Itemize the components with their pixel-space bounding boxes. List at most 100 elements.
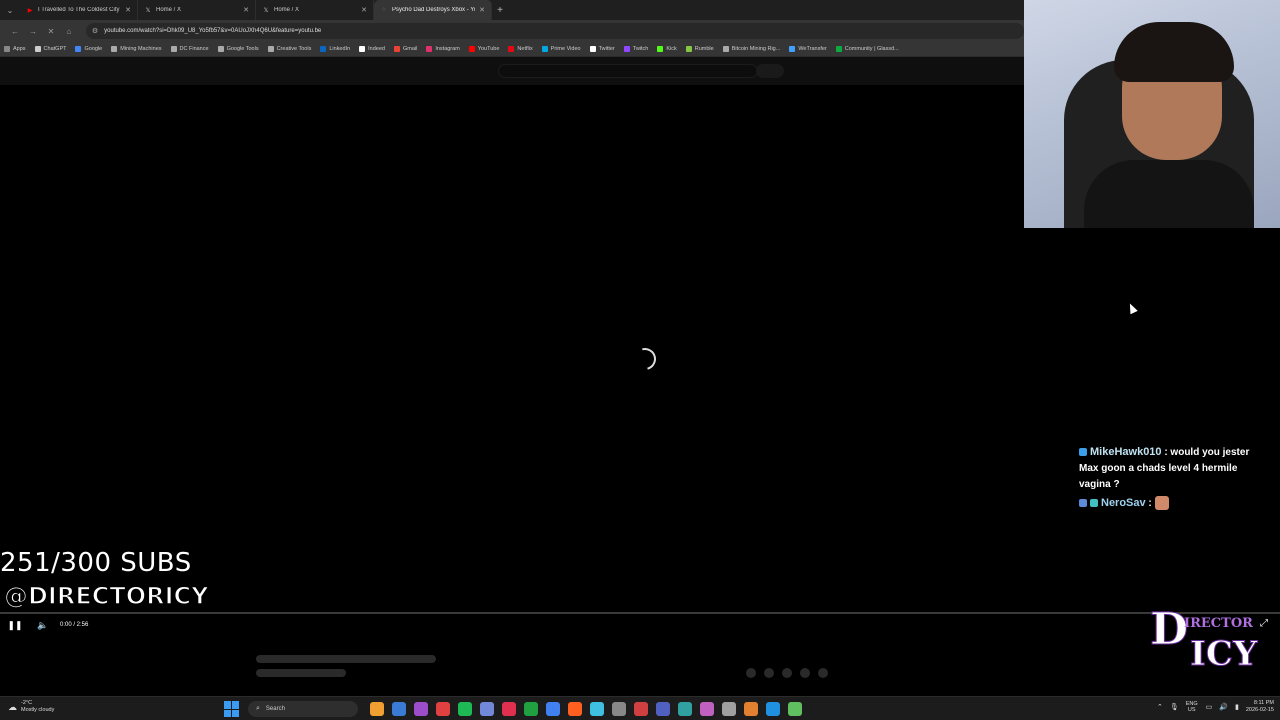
bookmark-item[interactable]: Apps <box>4 46 26 52</box>
bookmark-icon <box>75 46 82 52</box>
stop-icon[interactable]: ✕ <box>44 24 58 38</box>
site-info-icon[interactable]: ⚙ <box>92 27 98 35</box>
bookmark-icon <box>217 46 224 52</box>
bookmark-item[interactable]: Google <box>75 46 102 52</box>
close-icon[interactable]: ✕ <box>479 6 485 14</box>
close-icon[interactable]: ✕ <box>243 6 249 14</box>
taskbar-app-icon[interactable] <box>612 702 626 716</box>
tab-youtube-psycho-dad[interactable]: ◌ Psycho Dad Destroys Xbox - Yo ✕ <box>374 0 492 20</box>
taskbar-app-icon[interactable] <box>502 702 516 716</box>
network-icon[interactable]: ▭ <box>1206 703 1213 711</box>
volume-icon[interactable]: 🔊 <box>1219 703 1228 711</box>
title-placeholder <box>256 655 436 663</box>
bookmark-item[interactable]: Instagram <box>426 46 460 52</box>
taskbar-app-icon[interactable] <box>524 702 538 716</box>
windows-start-icon[interactable] <box>224 701 240 717</box>
language-indicator[interactable]: ENG US <box>1186 701 1198 713</box>
bookmark-item[interactable]: YouTube <box>468 46 500 52</box>
windows-taskbar: ☁ -2°C Mostly cloudy ⌕ Search ⌃ 🎙 ENG US… <box>0 696 1280 720</box>
screen: ⌄ ▶ I Travelled To The Coldest City ✕ 𝕏 … <box>0 0 1280 720</box>
taskbar-app-icon[interactable] <box>744 702 758 716</box>
close-icon[interactable]: ✕ <box>125 6 131 14</box>
channel-placeholder <box>256 669 346 677</box>
taskbar-app-icon[interactable] <box>458 702 472 716</box>
bookmark-item[interactable]: DC Finance <box>170 46 209 52</box>
sub-badge-icon <box>1090 499 1098 508</box>
x-icon: 𝕏 <box>263 7 269 14</box>
tab-x-home-2[interactable]: 𝕏 Home / X ✕ <box>256 0 374 20</box>
fullscreen-icon[interactable]: ⤢ <box>1260 618 1268 629</box>
back-icon[interactable]: ← <box>8 24 22 38</box>
tab-strip: ⌄ ▶ I Travelled To The Coldest City ✕ 𝕏 … <box>0 0 1024 20</box>
bookmark-label: Instagram <box>435 46 460 52</box>
chevron-up-icon[interactable]: ⌃ <box>1157 703 1163 711</box>
taskbar-app-icon[interactable] <box>656 702 670 716</box>
bookmark-label: Prime Video <box>550 46 581 52</box>
bookmark-label: Indeed <box>368 46 385 52</box>
bookmark-item[interactable]: Indeed <box>359 46 385 52</box>
action-placeholders <box>746 668 836 678</box>
taskbar-app-icon[interactable] <box>568 702 582 716</box>
bookmark-item[interactable]: Bitcoin Mining Rig... <box>722 46 780 52</box>
bookmark-item[interactable]: WeTransfer <box>789 46 827 52</box>
close-icon[interactable]: ✕ <box>361 6 367 14</box>
bookmark-label: YouTube <box>477 46 500 52</box>
mic-icon[interactable]: 🎙 <box>1170 703 1179 711</box>
taskbar-app-icon[interactable] <box>546 702 560 716</box>
bookmark-item[interactable]: Rumble <box>685 46 714 52</box>
home-icon[interactable]: ⌂ <box>62 24 76 38</box>
clock[interactable]: 8:11 PM 2026-02-15 <box>1246 700 1274 714</box>
taskbar-app-icon[interactable] <box>634 702 648 716</box>
bookmark-label: Google Tools <box>226 46 259 52</box>
tab-x-home-1[interactable]: 𝕏 Home / X ✕ <box>138 0 256 20</box>
taskbar-search[interactable]: ⌕ Search <box>248 701 358 717</box>
bookmark-item[interactable]: Prime Video <box>541 46 581 52</box>
address-bar[interactable]: ⚙ youtube.com/watch?si=Dhk09_U8_Yo5fb57&… <box>85 23 1024 39</box>
bookmark-item[interactable]: Community | Glassd... <box>835 46 899 52</box>
video-info-skeleton <box>0 636 1280 696</box>
channel-handle: @DIRECTORICY <box>3 581 209 611</box>
taskbar-app-icon[interactable] <box>392 702 406 716</box>
youtube-masthead <box>0 57 1024 85</box>
bookmark-item[interactable]: Google Tools <box>217 46 259 52</box>
directoricy-logo: D IRECTOR ICY <box>1149 604 1257 680</box>
taskbar-app-icon[interactable] <box>480 702 494 716</box>
search-input-placeholder[interactable] <box>498 64 758 78</box>
bookmark-icon <box>508 46 515 52</box>
search-icon: ⌕ <box>256 705 260 712</box>
bookmark-item[interactable]: ChatGPT <box>34 46 66 52</box>
taskbar-app-icon[interactable] <box>788 702 802 716</box>
taskbar-app-icon[interactable] <box>590 702 604 716</box>
action-placeholder <box>746 668 756 678</box>
tab-search-icon[interactable]: ⌄ <box>0 0 20 20</box>
taskbar-app-icon[interactable] <box>370 702 384 716</box>
bookmark-item[interactable]: Mining Machines <box>111 46 162 52</box>
volume-icon[interactable]: 🔈 <box>36 618 50 632</box>
bookmark-item[interactable]: Twitter <box>589 46 615 52</box>
bookmark-icon <box>722 46 729 52</box>
search-button-placeholder[interactable] <box>756 64 784 78</box>
bookmark-item[interactable]: Gmail <box>393 46 417 52</box>
tab-title: Psycho Dad Destroys Xbox - Yo <box>392 7 476 13</box>
bookmark-label: Twitch <box>632 46 649 52</box>
taskbar-app-icon[interactable] <box>414 702 428 716</box>
bookmark-label: Netflix <box>517 46 533 52</box>
taskbar-app-icon[interactable] <box>722 702 736 716</box>
bookmark-item[interactable]: LinkedIn <box>320 46 350 52</box>
new-tab-icon[interactable]: + <box>492 5 508 16</box>
bookmark-item[interactable]: Creative Tools <box>267 46 311 52</box>
bookmark-item[interactable]: Kick <box>657 46 677 52</box>
tab-youtube-coldest-city[interactable]: ▶ I Travelled To The Coldest City ✕ <box>20 0 138 20</box>
battery-icon[interactable]: ▮ <box>1235 703 1239 711</box>
player-controls: ❚❚ 🔈 0:00 / 2:56 ⤢ <box>0 614 1280 636</box>
pause-icon[interactable]: ❚❚ <box>7 618 22 632</box>
weather-widget[interactable]: ☁ -2°C Mostly cloudy <box>8 700 54 714</box>
taskbar-app-icon[interactable] <box>678 702 692 716</box>
taskbar-app-icon[interactable] <box>766 702 780 716</box>
bookmark-item[interactable]: Netflix <box>508 46 533 52</box>
taskbar-app-icon[interactable] <box>700 702 714 716</box>
bookmark-item[interactable]: Twitch <box>623 46 649 52</box>
taskbar-app-icon[interactable] <box>436 702 450 716</box>
bookmark-label: Google <box>84 46 103 52</box>
forward-icon[interactable]: → <box>26 24 40 38</box>
